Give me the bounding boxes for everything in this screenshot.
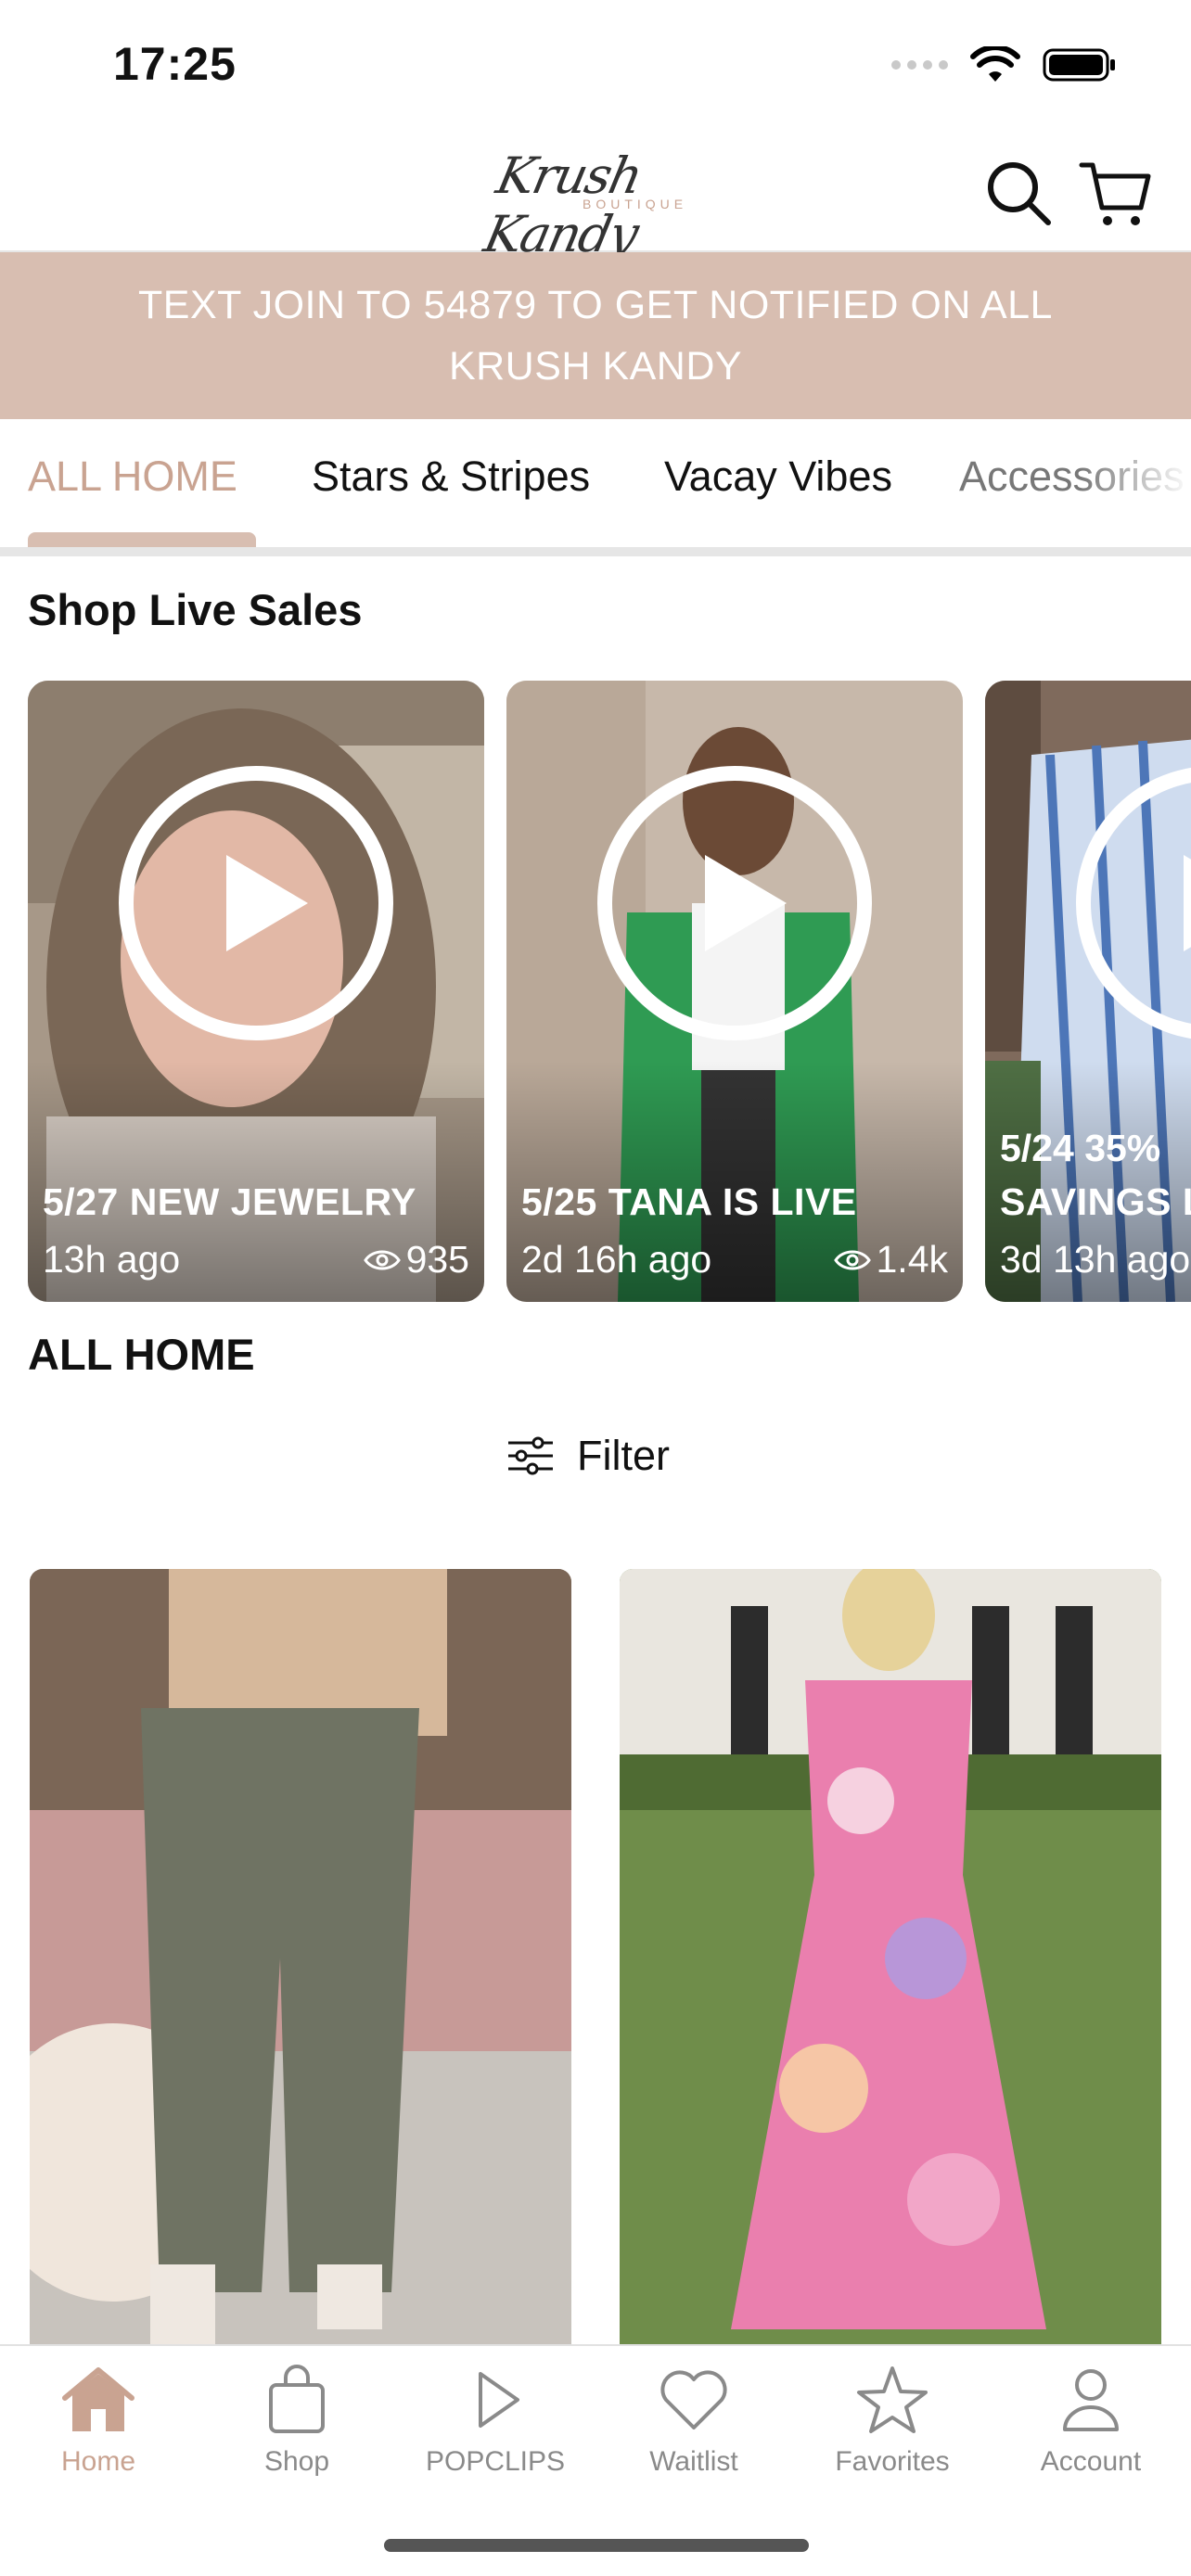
- nav-favorites-label: Favorites: [835, 2446, 950, 2477]
- nav-popclips-label: POPCLIPS: [425, 2446, 566, 2477]
- live-card-views: 1.4k: [833, 1238, 949, 1282]
- bag-icon: [269, 2365, 325, 2433]
- eye-icon: [363, 1250, 401, 1269]
- tab-vacay-vibes[interactable]: Vacay Vibes: [664, 453, 892, 501]
- live-card-time: 2d 16h ago: [521, 1238, 712, 1281]
- live-card-views: 935: [363, 1238, 469, 1282]
- promo-banner[interactable]: TEXT JOIN TO 54879 TO GET NOTIFIED ON AL…: [0, 252, 1191, 419]
- status-time: 17:25: [113, 38, 237, 90]
- live-card[interactable]: 5/25 TANA IS LIVE 2d 16h ago 1.4k: [506, 681, 963, 1302]
- app-header: Krush Kandy BOUTIQUE: [0, 130, 1191, 263]
- wifi-icon: [970, 46, 1020, 82]
- nav-home-label: Home: [60, 2446, 136, 2477]
- search-icon[interactable]: [980, 154, 1057, 232]
- active-tab-indicator: [28, 532, 256, 547]
- live-sales-carousel[interactable]: 5/27 NEW JEWELRY 13h ago 935 5/25 TANA I…: [0, 681, 1191, 1304]
- status-icons: [891, 46, 1117, 83]
- logo-subtitle: BOUTIQUE: [583, 197, 688, 211]
- nav-popclips[interactable]: POPCLIPS: [403, 2365, 588, 2478]
- battery-icon: [1043, 48, 1115, 82]
- nav-shop[interactable]: Shop: [204, 2365, 390, 2478]
- play-icon[interactable]: [117, 764, 395, 1042]
- product-card[interactable]: [620, 1569, 1161, 2357]
- promo-banner-text: TEXT JOIN TO 54879 TO GET NOTIFIED ON AL…: [138, 283, 1053, 389]
- user-icon: [1063, 2369, 1119, 2431]
- tab-all-home[interactable]: ALL HOME: [28, 453, 237, 501]
- nav-home[interactable]: Home: [6, 2365, 191, 2478]
- live-card-title: 5/25 TANA IS LIVE: [521, 1180, 857, 1223]
- nav-account[interactable]: Account: [998, 2365, 1184, 2478]
- eye-icon: [833, 1250, 871, 1269]
- live-card-time: 3d 13h ago: [1000, 1238, 1191, 1281]
- nav-waitlist[interactable]: Waitlist: [601, 2365, 787, 2478]
- product-image: [30, 1569, 571, 2357]
- tab-fade: [1080, 419, 1191, 547]
- live-card-title-line1: 5/24 35%: [1000, 1127, 1161, 1169]
- view-count: 1.4k: [876, 1238, 949, 1281]
- category-tabs: ALL HOME Stars & Stripes Vacay Vibes Acc…: [0, 419, 1191, 556]
- play-icon: [479, 2372, 519, 2428]
- cellular-signal-icon: [891, 60, 948, 70]
- home-indicator[interactable]: [384, 2539, 809, 2552]
- live-card-time: 13h ago: [43, 1238, 181, 1281]
- cart-icon[interactable]: [1076, 154, 1154, 232]
- live-card[interactable]: 5/24 35% SAVINGS L 3d 13h ago: [985, 681, 1191, 1302]
- nav-favorites[interactable]: Favorites: [800, 2365, 985, 2478]
- star-icon: [857, 2366, 928, 2433]
- live-section-title: Shop Live Sales: [28, 585, 363, 634]
- live-card-title: 5/27 NEW JEWELRY: [43, 1180, 416, 1223]
- filter-label: Filter: [577, 1432, 670, 1479]
- home-icon: [62, 2367, 134, 2431]
- play-icon[interactable]: [1074, 764, 1191, 1042]
- status-bar: 17:25: [0, 0, 1191, 130]
- tab-stars-stripes[interactable]: Stars & Stripes: [312, 453, 590, 501]
- live-card[interactable]: 5/27 NEW JEWELRY 13h ago 935: [28, 681, 484, 1302]
- sliders-icon: [508, 1436, 553, 1475]
- products-section-title: ALL HOME: [28, 1330, 255, 1379]
- nav-waitlist-label: Waitlist: [649, 2446, 738, 2477]
- view-count: 935: [405, 1238, 469, 1281]
- filter-button[interactable]: Filter: [506, 1432, 670, 1480]
- heart-icon: [660, 2370, 727, 2429]
- brand-logo[interactable]: Krush Kandy BOUTIQUE: [480, 137, 705, 263]
- play-icon[interactable]: [596, 764, 874, 1042]
- nav-account-label: Account: [1040, 2446, 1142, 2477]
- product-image: [620, 1569, 1161, 2357]
- product-card[interactable]: [30, 1569, 571, 2357]
- live-card-title-line2: SAVINGS L: [1000, 1180, 1191, 1223]
- nav-shop-label: Shop: [263, 2446, 330, 2477]
